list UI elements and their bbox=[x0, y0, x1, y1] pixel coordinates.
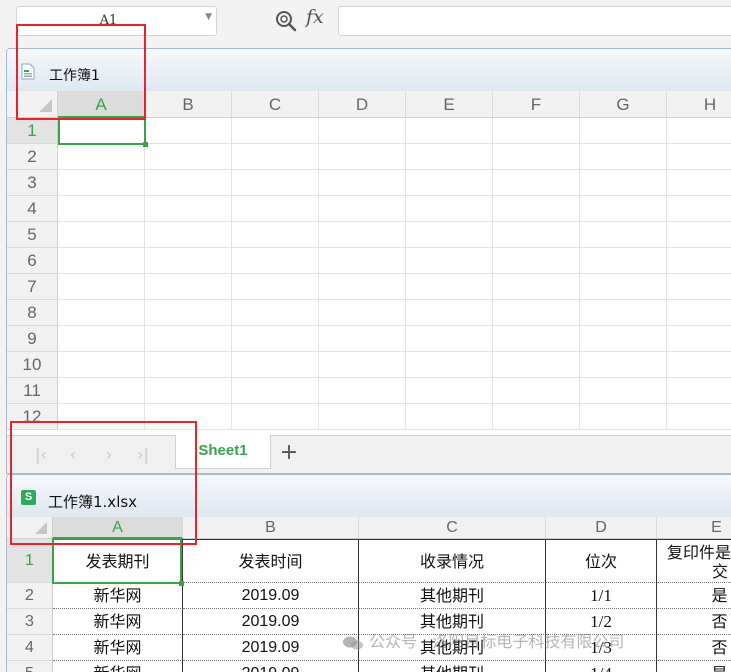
wechat-icon bbox=[343, 636, 363, 649]
table-header-cell[interactable]: 发表时间 bbox=[183, 539, 359, 583]
table-header-cell[interactable]: 收录情况 bbox=[359, 539, 546, 583]
highlight-box bbox=[10, 421, 197, 545]
table-cell[interactable]: 2019.09 bbox=[183, 635, 359, 661]
row-header[interactable]: 1 bbox=[7, 539, 53, 583]
table-cell[interactable]: 新华网 bbox=[53, 609, 183, 635]
table-cell[interactable]: 否 bbox=[657, 635, 731, 661]
column-header[interactable]: E bbox=[406, 91, 493, 118]
table-cell[interactable]: 新华网 bbox=[53, 661, 183, 672]
column-header[interactable]: E bbox=[657, 517, 731, 539]
active-cell-a1[interactable] bbox=[58, 118, 148, 147]
column-header[interactable]: H bbox=[667, 91, 731, 118]
row-header[interactable]: 3 bbox=[7, 609, 53, 635]
column-header[interactable]: D bbox=[319, 91, 406, 118]
header-line: 复印件是 bbox=[667, 543, 731, 562]
table-cell[interactable]: 新华网 bbox=[53, 583, 183, 609]
row-header[interactable]: 10 bbox=[7, 352, 58, 378]
column-header[interactable]: F bbox=[493, 91, 580, 118]
column-header[interactable]: B bbox=[145, 91, 232, 118]
zoom-formula-icon[interactable] bbox=[274, 9, 298, 33]
row-header[interactable]: 2 bbox=[7, 144, 58, 170]
row-header[interactable]: 8 bbox=[7, 300, 58, 326]
table-cell[interactable]: 是 bbox=[657, 583, 731, 609]
highlight-box bbox=[16, 24, 146, 120]
watermark: 公众号 · 洛阳目标电子科技有限公司 bbox=[342, 628, 624, 652]
formula-input[interactable] bbox=[338, 6, 731, 36]
table-cell[interactable]: 1/1 bbox=[546, 583, 657, 609]
column-header[interactable]: C bbox=[232, 91, 319, 118]
row-header[interactable]: 5 bbox=[7, 661, 53, 672]
cell-area[interactable] bbox=[58, 118, 731, 430]
row-header[interactable]: 6 bbox=[7, 248, 58, 274]
table-cell[interactable]: 否 bbox=[657, 609, 731, 635]
row-header[interactable]: 4 bbox=[7, 635, 53, 661]
row-header[interactable]: 3 bbox=[7, 170, 58, 196]
table-header-cell[interactable]: 位次 bbox=[546, 539, 657, 583]
table-header-cell[interactable]: 复印件是 交 bbox=[657, 539, 731, 583]
row-header[interactable]: 7 bbox=[7, 274, 58, 300]
column-header[interactable]: D bbox=[546, 517, 657, 539]
chevron-down-icon[interactable]: ▼ bbox=[205, 12, 212, 22]
column-header[interactable]: G bbox=[580, 91, 667, 118]
table-cell[interactable]: 其他期刊 bbox=[359, 583, 546, 609]
row-header[interactable]: 2 bbox=[7, 583, 53, 609]
row-header[interactable]: 11 bbox=[7, 378, 58, 404]
row-header[interactable]: 9 bbox=[7, 326, 58, 352]
row-header[interactable]: 5 bbox=[7, 222, 58, 248]
table-cell[interactable]: 1/4 bbox=[546, 661, 657, 672]
column-header[interactable]: B bbox=[183, 517, 359, 539]
table-cell[interactable]: 2019.09 bbox=[183, 583, 359, 609]
table-cell[interactable]: 2019.09 bbox=[183, 661, 359, 672]
row-header[interactable]: 4 bbox=[7, 196, 58, 222]
watermark-text: 公众号 · 洛阳目标电子科技有限公司 bbox=[369, 632, 625, 651]
table-cell[interactable]: 2019.09 bbox=[183, 609, 359, 635]
header-line: 交 bbox=[712, 562, 729, 581]
row-header[interactable]: 1 bbox=[7, 118, 58, 144]
table-cell[interactable]: 其他期刊 bbox=[359, 661, 546, 672]
table-cell[interactable]: 新华网 bbox=[53, 635, 183, 661]
table-cell[interactable]: 是 bbox=[657, 661, 731, 672]
insert-function-icon[interactable]: fx bbox=[306, 6, 324, 28]
column-header[interactable]: C bbox=[359, 517, 546, 539]
add-sheet-icon[interactable]: + bbox=[277, 440, 301, 466]
